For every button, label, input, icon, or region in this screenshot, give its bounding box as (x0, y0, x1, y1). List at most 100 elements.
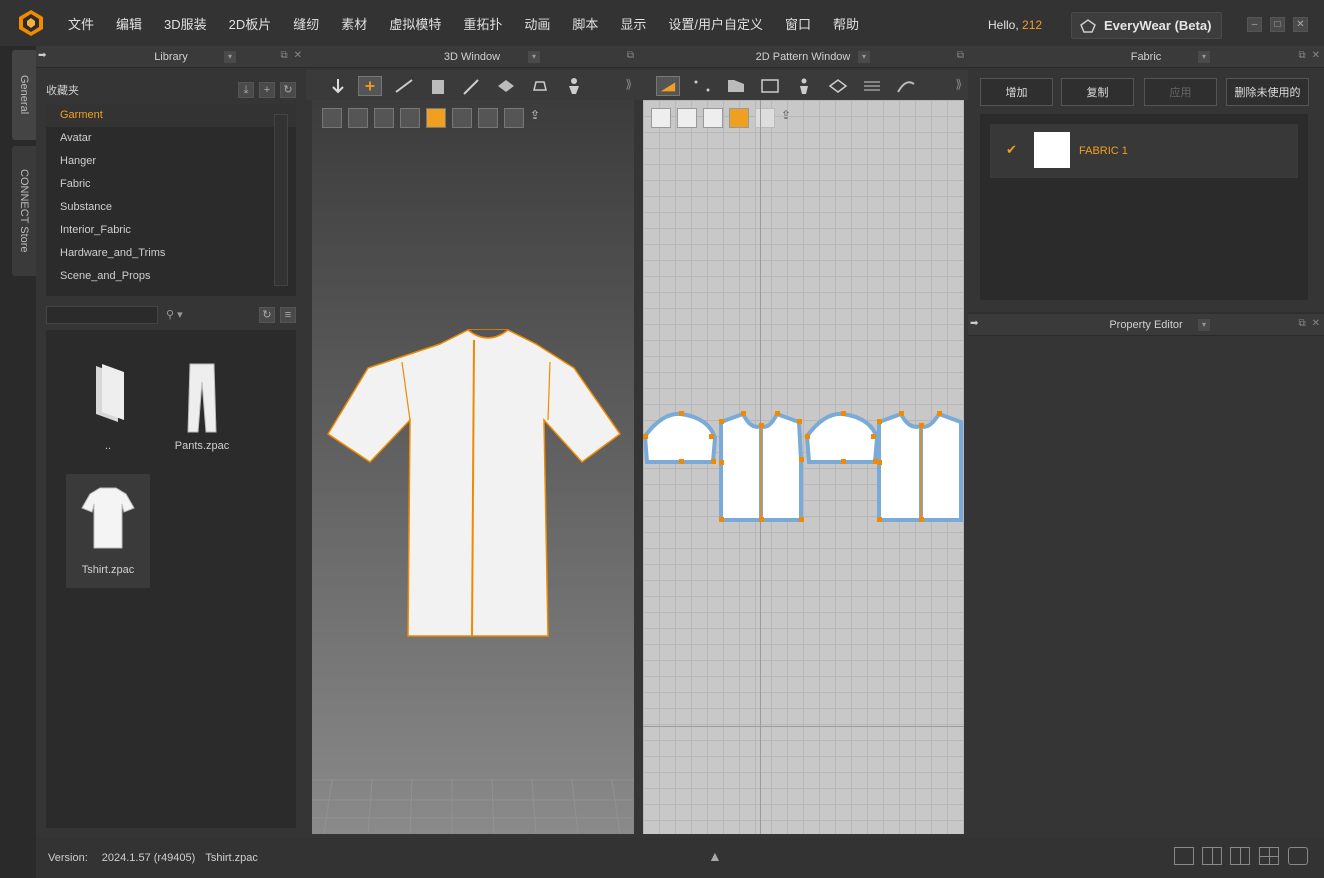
library-dropdown[interactable]: ▾ (224, 51, 236, 63)
file-item-parent[interactable]: .. (66, 360, 150, 474)
menu-help[interactable]: 帮助 (822, 14, 870, 33)
list-item[interactable]: Avatar (46, 127, 296, 150)
menu-2d-pattern[interactable]: 2D板片 (218, 14, 283, 33)
fabric-list: ✔ FABRIC 1 (980, 114, 1308, 300)
refresh-icon[interactable]: ↻ (280, 82, 296, 98)
list-item[interactable]: Hanger (46, 150, 296, 173)
file-name: Pants.zpac (174, 440, 230, 452)
layout-split-icon[interactable] (1202, 847, 1222, 865)
clo-logo-icon[interactable] (17, 9, 45, 37)
menu-file[interactable]: 文件 (57, 14, 105, 33)
delete-unused-button[interactable]: 删除未使用的 (1226, 78, 1309, 106)
apply-fabric-button[interactable]: 应用 (1144, 78, 1217, 106)
float-icon[interactable]: ⧉ (957, 50, 964, 61)
current-file-name: Tshirt.zpac (205, 852, 258, 864)
menu-window[interactable]: 窗口 (774, 14, 822, 33)
menu-avatar[interactable]: 虚拟模特 (378, 14, 452, 33)
toolbar-more-icon[interactable]: ⟫ (955, 77, 962, 91)
brush-icon[interactable] (894, 76, 918, 96)
transform-icon[interactable] (358, 76, 382, 96)
refresh-icon[interactable]: ↻ (259, 307, 275, 323)
list-item[interactable]: Hardware_and_Trims (46, 242, 296, 265)
menu-sewing[interactable]: 缝纫 (282, 14, 330, 33)
everywear-label: EveryWear (Beta) (1104, 18, 1212, 33)
garment-tool-icon[interactable] (426, 76, 450, 96)
menu-materials[interactable]: 素材 (330, 14, 378, 33)
check-icon: ✔ (1006, 142, 1017, 157)
close-icon[interactable]: ✕ (1312, 50, 1320, 61)
fabric-list-item[interactable]: ✔ FABRIC 1 (990, 124, 1298, 178)
float-icon[interactable]: ⧉ (627, 50, 634, 61)
list-view-icon[interactable]: ≡ (280, 307, 296, 323)
arrange-icon[interactable] (792, 76, 816, 96)
transform-pattern-icon[interactable] (656, 76, 680, 96)
pin-icon[interactable] (460, 76, 484, 96)
library-search-input[interactable] (46, 306, 158, 324)
layout-quad-icon[interactable] (1259, 847, 1279, 865)
fabric-dropdown[interactable]: ▾ (1198, 51, 1210, 63)
seam-tool-icon[interactable] (826, 76, 850, 96)
minimize-button[interactable]: – (1247, 17, 1262, 32)
internal-shape-icon[interactable] (758, 76, 782, 96)
list-item[interactable]: Garment (46, 104, 296, 127)
menu-3d-garment[interactable]: 3D服装 (153, 14, 218, 33)
download-icon[interactable]: ⤓ (238, 82, 254, 98)
float-icon[interactable]: ⧉ (1298, 50, 1305, 61)
tab-general[interactable]: General (12, 50, 36, 140)
property-editor-dropdown[interactable]: ▾ (1198, 319, 1210, 331)
fabric-header: Fabric ▾ ⧉ ✕ (968, 46, 1324, 68)
close-button[interactable]: ✕ (1293, 17, 1308, 32)
2d-window-header: 2D Pattern Window ▾ ⧉ (638, 46, 968, 68)
grid-tool-icon[interactable] (860, 76, 884, 96)
list-item[interactable]: Substance (46, 196, 296, 219)
file-item-pants[interactable]: Pants.zpac (160, 360, 244, 474)
tab-connect-store[interactable]: CONNECT Store (12, 146, 36, 276)
maximize-button[interactable]: □ (1270, 17, 1285, 32)
expand-up-icon[interactable]: ▲ (708, 848, 722, 864)
layout-three-icon[interactable] (1230, 847, 1250, 865)
3d-garment-render (312, 329, 634, 834)
3d-viewport[interactable]: ⇪ (312, 100, 634, 834)
menu-retopology[interactable]: 重拓扑 (452, 14, 513, 33)
toolbar-more-icon[interactable]: ⟫ (625, 77, 632, 91)
list-item[interactable]: Interior_Fabric (46, 219, 296, 242)
add-icon[interactable]: + (259, 82, 275, 98)
menu-edit[interactable]: 编辑 (105, 14, 153, 33)
file-item-tshirt[interactable]: Tshirt.zpac (66, 474, 150, 588)
list-scrollbar[interactable] (274, 114, 288, 286)
3d-window-header: 3D Window ▾ ⧉ (306, 46, 638, 68)
list-item[interactable]: Fabric (46, 173, 296, 196)
dock-arrow-icon[interactable]: ➡ (38, 50, 46, 61)
everywear-icon (1080, 18, 1096, 33)
app-window: 文件 编辑 3D服装 2D板片 缝纫 素材 虚拟模特 重拓扑 动画 脚本 显示 … (0, 0, 1324, 878)
select-move-icon[interactable] (326, 76, 350, 96)
float-icon[interactable]: ⧉ (1298, 318, 1305, 329)
3d-window-dropdown[interactable]: ▾ (528, 51, 540, 63)
float-icon[interactable]: ⧉ (280, 50, 287, 61)
dock-arrow-icon[interactable]: ➡ (970, 318, 978, 329)
2d-window-dropdown[interactable]: ▾ (858, 51, 870, 63)
menu-settings[interactable]: 设置/用户自定义 (657, 14, 774, 33)
2d-pattern-viewport[interactable]: ⇪ (643, 100, 964, 834)
fold-icon[interactable] (494, 76, 518, 96)
menu-display[interactable]: 显示 (609, 14, 657, 33)
layout-single-icon[interactable] (1174, 847, 1194, 865)
pattern-pieces (643, 411, 963, 522)
menu-script[interactable]: 脚本 (561, 14, 609, 33)
edit-point-icon[interactable] (690, 76, 714, 96)
menu-animation[interactable]: 动画 (513, 14, 561, 33)
avatar-tool-icon[interactable] (562, 76, 586, 96)
add-fabric-button[interactable]: 增加 (980, 78, 1053, 106)
polygon-icon[interactable] (724, 76, 748, 96)
layout-custom-icon[interactable] (1288, 847, 1308, 865)
close-icon[interactable]: ✕ (294, 50, 302, 61)
list-item[interactable]: Scene_and_Props (46, 265, 296, 288)
steam-icon[interactable] (528, 76, 552, 96)
file-name: Tshirt.zpac (81, 564, 135, 576)
everywear-button[interactable]: EveryWear (Beta) (1071, 12, 1222, 39)
pants-icon (187, 363, 217, 433)
copy-fabric-button[interactable]: 复制 (1061, 78, 1134, 106)
close-icon[interactable]: ✕ (1312, 318, 1320, 329)
select-mesh-icon[interactable] (392, 76, 416, 96)
search-icon[interactable]: ⚲ ▾ (166, 308, 183, 321)
